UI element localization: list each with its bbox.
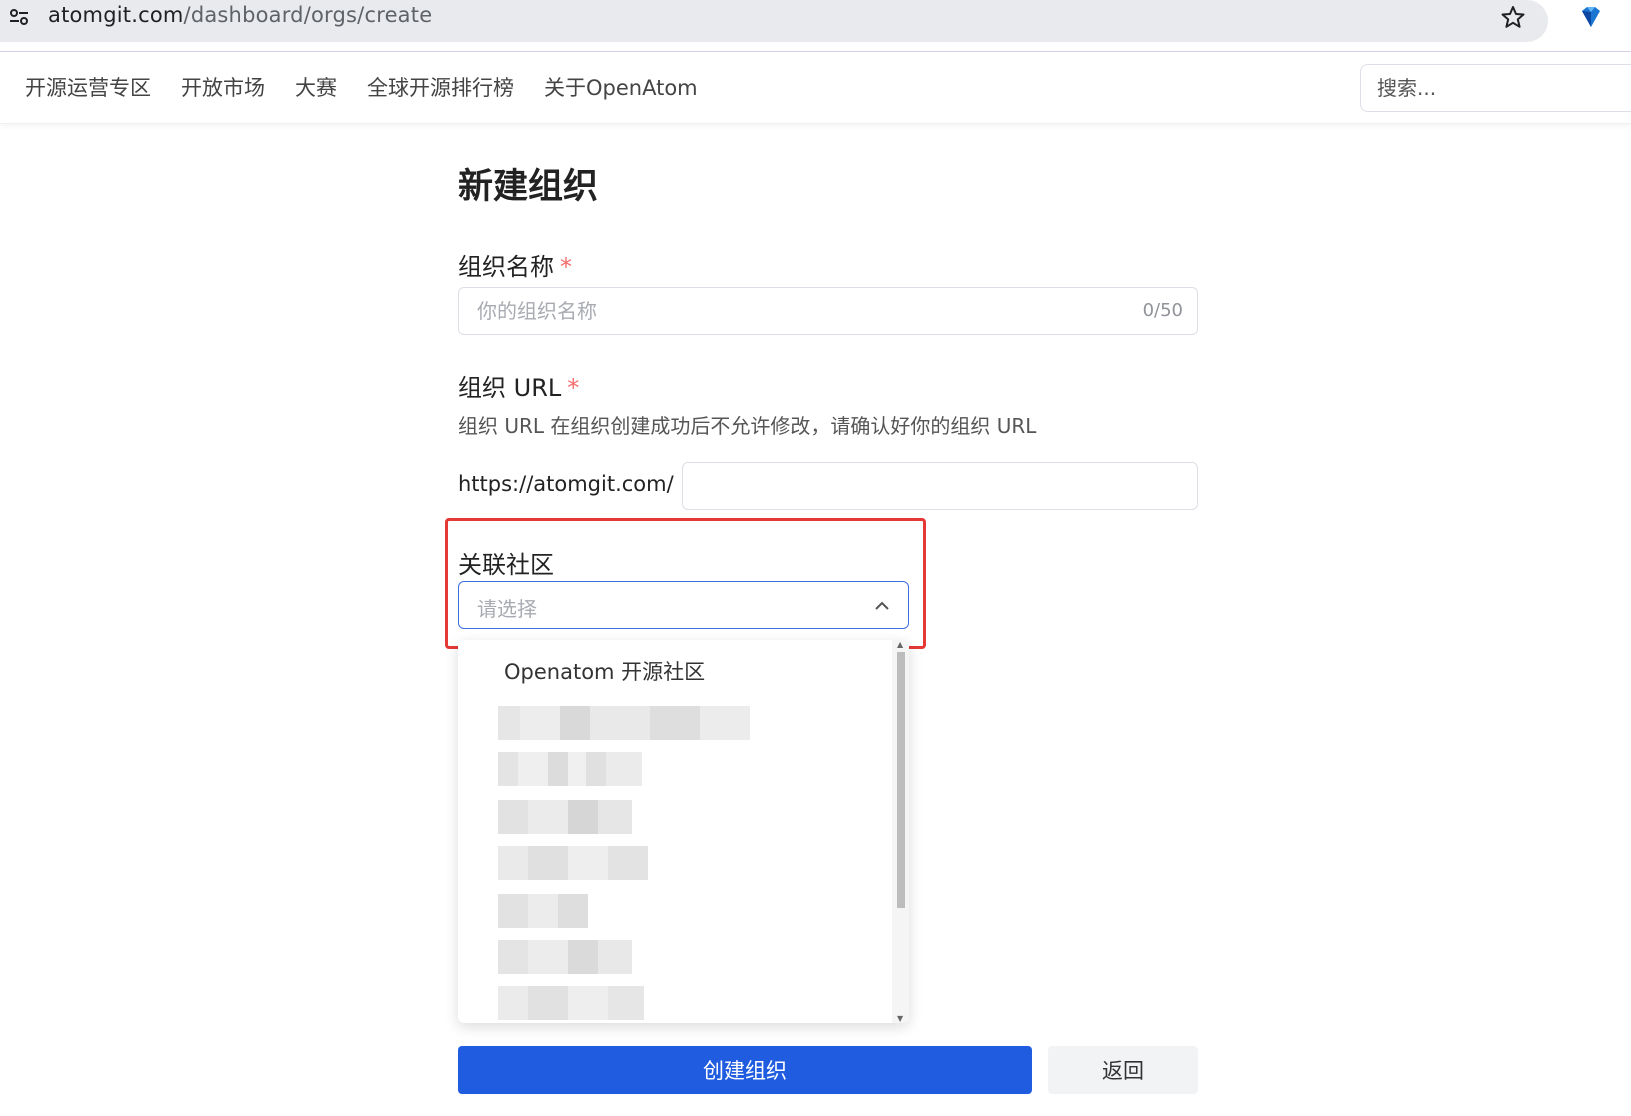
community-label: 关联社区 <box>458 551 554 579</box>
redacted-text <box>498 940 632 974</box>
url-text[interactable]: atomgit.com/dashboard/orgs/create <box>48 3 432 27</box>
org-name-field-wrapper: 0/50 <box>458 287 1198 335</box>
scroll-up-arrow-icon[interactable]: ▲ <box>897 640 903 649</box>
dropdown-option-redacted[interactable] <box>458 698 890 742</box>
org-url-label: 组织 URL * <box>458 368 579 403</box>
org-url-label-text: 组织 URL <box>458 374 562 402</box>
required-mark: * <box>560 253 572 281</box>
community-dropdown: Openatom 开源社区 ▲ ▼ <box>458 640 909 1023</box>
nav-item-about[interactable]: 关于OpenAtom <box>544 72 698 102</box>
nav-item-competition[interactable]: 大赛 <box>295 72 337 102</box>
dropdown-option-redacted[interactable] <box>458 886 890 930</box>
create-org-button[interactable]: 创建组织 <box>458 1046 1032 1094</box>
extension-gem-icon[interactable] <box>1578 4 1604 30</box>
redacted-text <box>498 752 642 786</box>
org-url-help: 组织 URL 在组织创建成功后不允许修改，请确认好你的组织 URL <box>458 414 1037 438</box>
dropdown-option-redacted[interactable] <box>458 792 890 836</box>
dropdown-option-redacted[interactable] <box>458 838 890 882</box>
required-mark: * <box>567 374 580 402</box>
dropdown-option-label: Openatom 开源社区 <box>504 660 706 684</box>
dropdown-option-redacted[interactable] <box>458 932 890 976</box>
scroll-down-arrow-icon[interactable]: ▼ <box>897 1014 903 1023</box>
search-input[interactable] <box>1360 64 1631 112</box>
org-name-label-text: 组织名称 <box>458 253 554 281</box>
scroll-thumb[interactable] <box>897 652 905 908</box>
site-settings-icon[interactable] <box>8 6 30 28</box>
page-title: 新建组织 <box>458 167 599 207</box>
url-host: atomgit.com <box>48 3 184 27</box>
chevron-up-icon <box>875 601 889 610</box>
dropdown-scrollbar[interactable]: ▲ ▼ <box>892 640 909 1023</box>
char-counter: 0/50 <box>1142 300 1183 321</box>
bookmark-star-icon[interactable] <box>1500 4 1526 30</box>
org-url-input[interactable] <box>683 463 1197 509</box>
nav-item-ranking[interactable]: 全球开源排行榜 <box>367 72 514 102</box>
nav-item-operations[interactable]: 开源运营专区 <box>25 72 151 102</box>
redacted-text <box>498 846 648 880</box>
org-url-field-wrapper <box>682 462 1198 510</box>
dropdown-option-redacted[interactable] <box>458 744 890 788</box>
url-prefix: https://atomgit.com/ <box>458 472 674 496</box>
redacted-text <box>498 986 644 1020</box>
address-bar[interactable]: atomgit.com/dashboard/orgs/create <box>0 0 1548 42</box>
redacted-text <box>498 894 588 928</box>
redacted-text <box>498 706 750 740</box>
site-nav: 开源运营专区 开放市场 大赛 全球开源排行榜 关于OpenAtom <box>0 52 1631 124</box>
community-select-placeholder: 请选择 <box>477 597 537 621</box>
nav-item-market[interactable]: 开放市场 <box>181 72 265 102</box>
redacted-text <box>498 800 632 834</box>
org-name-label: 组织名称 * <box>458 247 572 282</box>
url-path: /dashboard/orgs/create <box>183 3 433 27</box>
back-button[interactable]: 返回 <box>1048 1046 1198 1094</box>
dropdown-option-redacted[interactable] <box>458 978 890 1022</box>
org-name-input[interactable] <box>459 288 1197 334</box>
browser-toolbar: atomgit.com/dashboard/orgs/create <box>0 0 1631 52</box>
dropdown-option[interactable]: Openatom 开源社区 <box>458 648 890 692</box>
community-select[interactable]: 请选择 <box>458 581 909 629</box>
